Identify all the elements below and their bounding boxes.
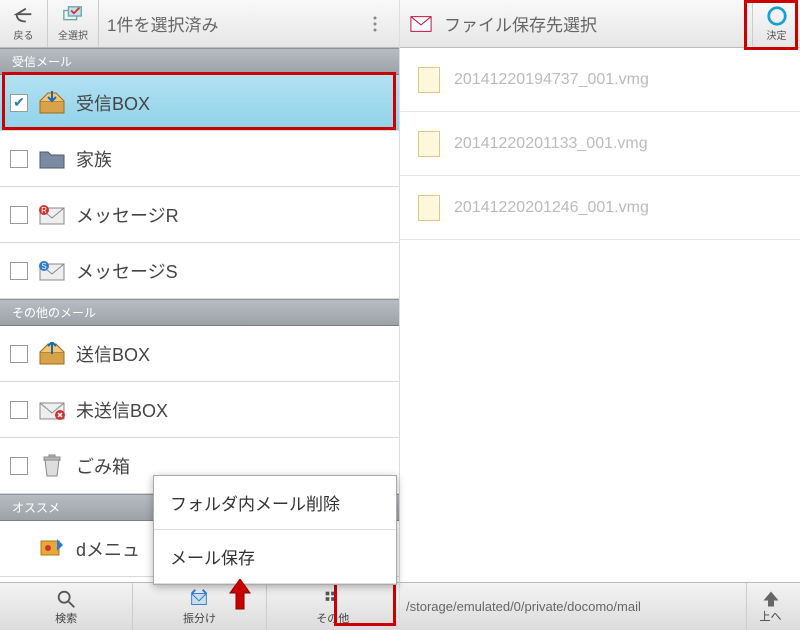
file-name: 20141220201133_001.vmg bbox=[454, 135, 648, 153]
file-icon bbox=[418, 67, 440, 93]
search-button[interactable]: 検索 bbox=[0, 583, 133, 630]
other-label: その他 bbox=[316, 610, 349, 626]
popup-save-mail[interactable]: メール保存 bbox=[154, 530, 396, 584]
folder-label: 受信BOX bbox=[76, 90, 150, 116]
folder-item-unsent[interactable]: 未送信BOX bbox=[0, 382, 399, 438]
back-arrow-icon bbox=[13, 5, 35, 27]
svg-text:R: R bbox=[41, 206, 47, 215]
other-popup-menu: フォルダ内メール削除 メール保存 bbox=[153, 475, 397, 585]
folder-label: 送信BOX bbox=[76, 341, 150, 367]
sort-icon bbox=[188, 588, 210, 610]
inbox-icon bbox=[38, 91, 66, 115]
right-title: ファイル保存先選択 bbox=[442, 11, 752, 36]
trash-icon bbox=[38, 454, 66, 478]
checkbox-unsent[interactable] bbox=[10, 401, 28, 419]
popup-delete-in-folder[interactable]: フォルダ内メール削除 bbox=[154, 476, 396, 530]
toolbar-divider bbox=[351, 0, 399, 47]
select-all-icon bbox=[62, 5, 84, 27]
checkbox-trash[interactable] bbox=[10, 457, 28, 475]
list-item[interactable]: 20141220201133_001.vmg bbox=[400, 112, 800, 176]
up-button[interactable]: 上へ bbox=[746, 583, 794, 630]
select-all-label: 全選択 bbox=[58, 27, 88, 42]
folder-label: dメニュ bbox=[76, 536, 140, 562]
search-label: 検索 bbox=[55, 610, 77, 626]
path-bar: /storage/emulated/0/private/docomo/mail … bbox=[400, 582, 800, 630]
outbox-icon bbox=[38, 342, 66, 366]
confirm-button[interactable]: 決定 bbox=[752, 0, 800, 47]
sort-label: 振分け bbox=[183, 610, 216, 626]
up-arrow-icon bbox=[762, 590, 780, 608]
folder-item-messageS[interactable]: S メッセージS bbox=[0, 243, 399, 299]
select-all-button[interactable]: 全選択 bbox=[48, 0, 99, 47]
selection-count-title: 1件を選択済み bbox=[99, 11, 351, 36]
file-icon bbox=[418, 131, 440, 157]
checkbox-inbox[interactable] bbox=[10, 94, 28, 112]
checkbox-msgR[interactable] bbox=[10, 206, 28, 224]
back-label: 戻る bbox=[14, 27, 34, 42]
up-label: 上へ bbox=[760, 608, 782, 624]
section-header-inbox: 受信メール bbox=[0, 48, 399, 75]
folder-item-inbox[interactable]: 受信BOX bbox=[0, 75, 399, 131]
envelope-s-icon: S bbox=[38, 259, 66, 283]
checkbox-msgS[interactable] bbox=[10, 262, 28, 280]
section-header-other: その他のメール bbox=[0, 299, 399, 326]
back-button[interactable]: 戻る bbox=[0, 0, 48, 47]
left-bottom-toolbar: 検索 振分け その他 bbox=[0, 582, 399, 630]
unsent-icon bbox=[38, 398, 66, 422]
folder-label: ごみ箱 bbox=[76, 453, 130, 479]
list-item[interactable]: 20141220201246_001.vmg bbox=[400, 176, 800, 240]
checkbox-outbox[interactable] bbox=[10, 345, 28, 363]
folder-label: 家族 bbox=[76, 146, 112, 172]
folder-label: メッセージR bbox=[76, 202, 179, 228]
list-item[interactable]: 20141220194737_001.vmg bbox=[400, 48, 800, 112]
folder-item-family[interactable]: 家族 bbox=[0, 131, 399, 187]
folder-item-outbox[interactable]: 送信BOX bbox=[0, 326, 399, 382]
confirm-label: 決定 bbox=[767, 27, 787, 42]
folder-label: 未送信BOX bbox=[76, 397, 168, 423]
vertical-handle-icon bbox=[370, 13, 380, 35]
right-toolbar: ファイル保存先選択 決定 bbox=[400, 0, 800, 48]
mail-icon-button bbox=[400, 0, 442, 47]
folder-icon bbox=[38, 147, 66, 171]
envelope-icon bbox=[410, 13, 432, 35]
dmenu-icon bbox=[38, 537, 66, 561]
svg-text:S: S bbox=[41, 262, 46, 271]
file-name: 20141220201246_001.vmg bbox=[454, 199, 649, 217]
file-name: 20141220194737_001.vmg bbox=[454, 71, 649, 89]
red-arrow-icon bbox=[228, 579, 252, 611]
folder-label: メッセージS bbox=[76, 258, 178, 284]
folder-item-messageR[interactable]: R メッセージR bbox=[0, 187, 399, 243]
storage-path: /storage/emulated/0/private/docomo/mail bbox=[406, 599, 746, 614]
left-toolbar: 戻る 全選択 1件を選択済み bbox=[0, 0, 399, 48]
envelope-r-icon: R bbox=[38, 203, 66, 227]
checkbox-family[interactable] bbox=[10, 150, 28, 168]
file-icon bbox=[418, 195, 440, 221]
confirm-circle-icon bbox=[766, 5, 788, 27]
other-button[interactable]: その他 bbox=[267, 583, 399, 630]
more-dots-icon bbox=[322, 588, 344, 610]
search-icon bbox=[55, 588, 77, 610]
